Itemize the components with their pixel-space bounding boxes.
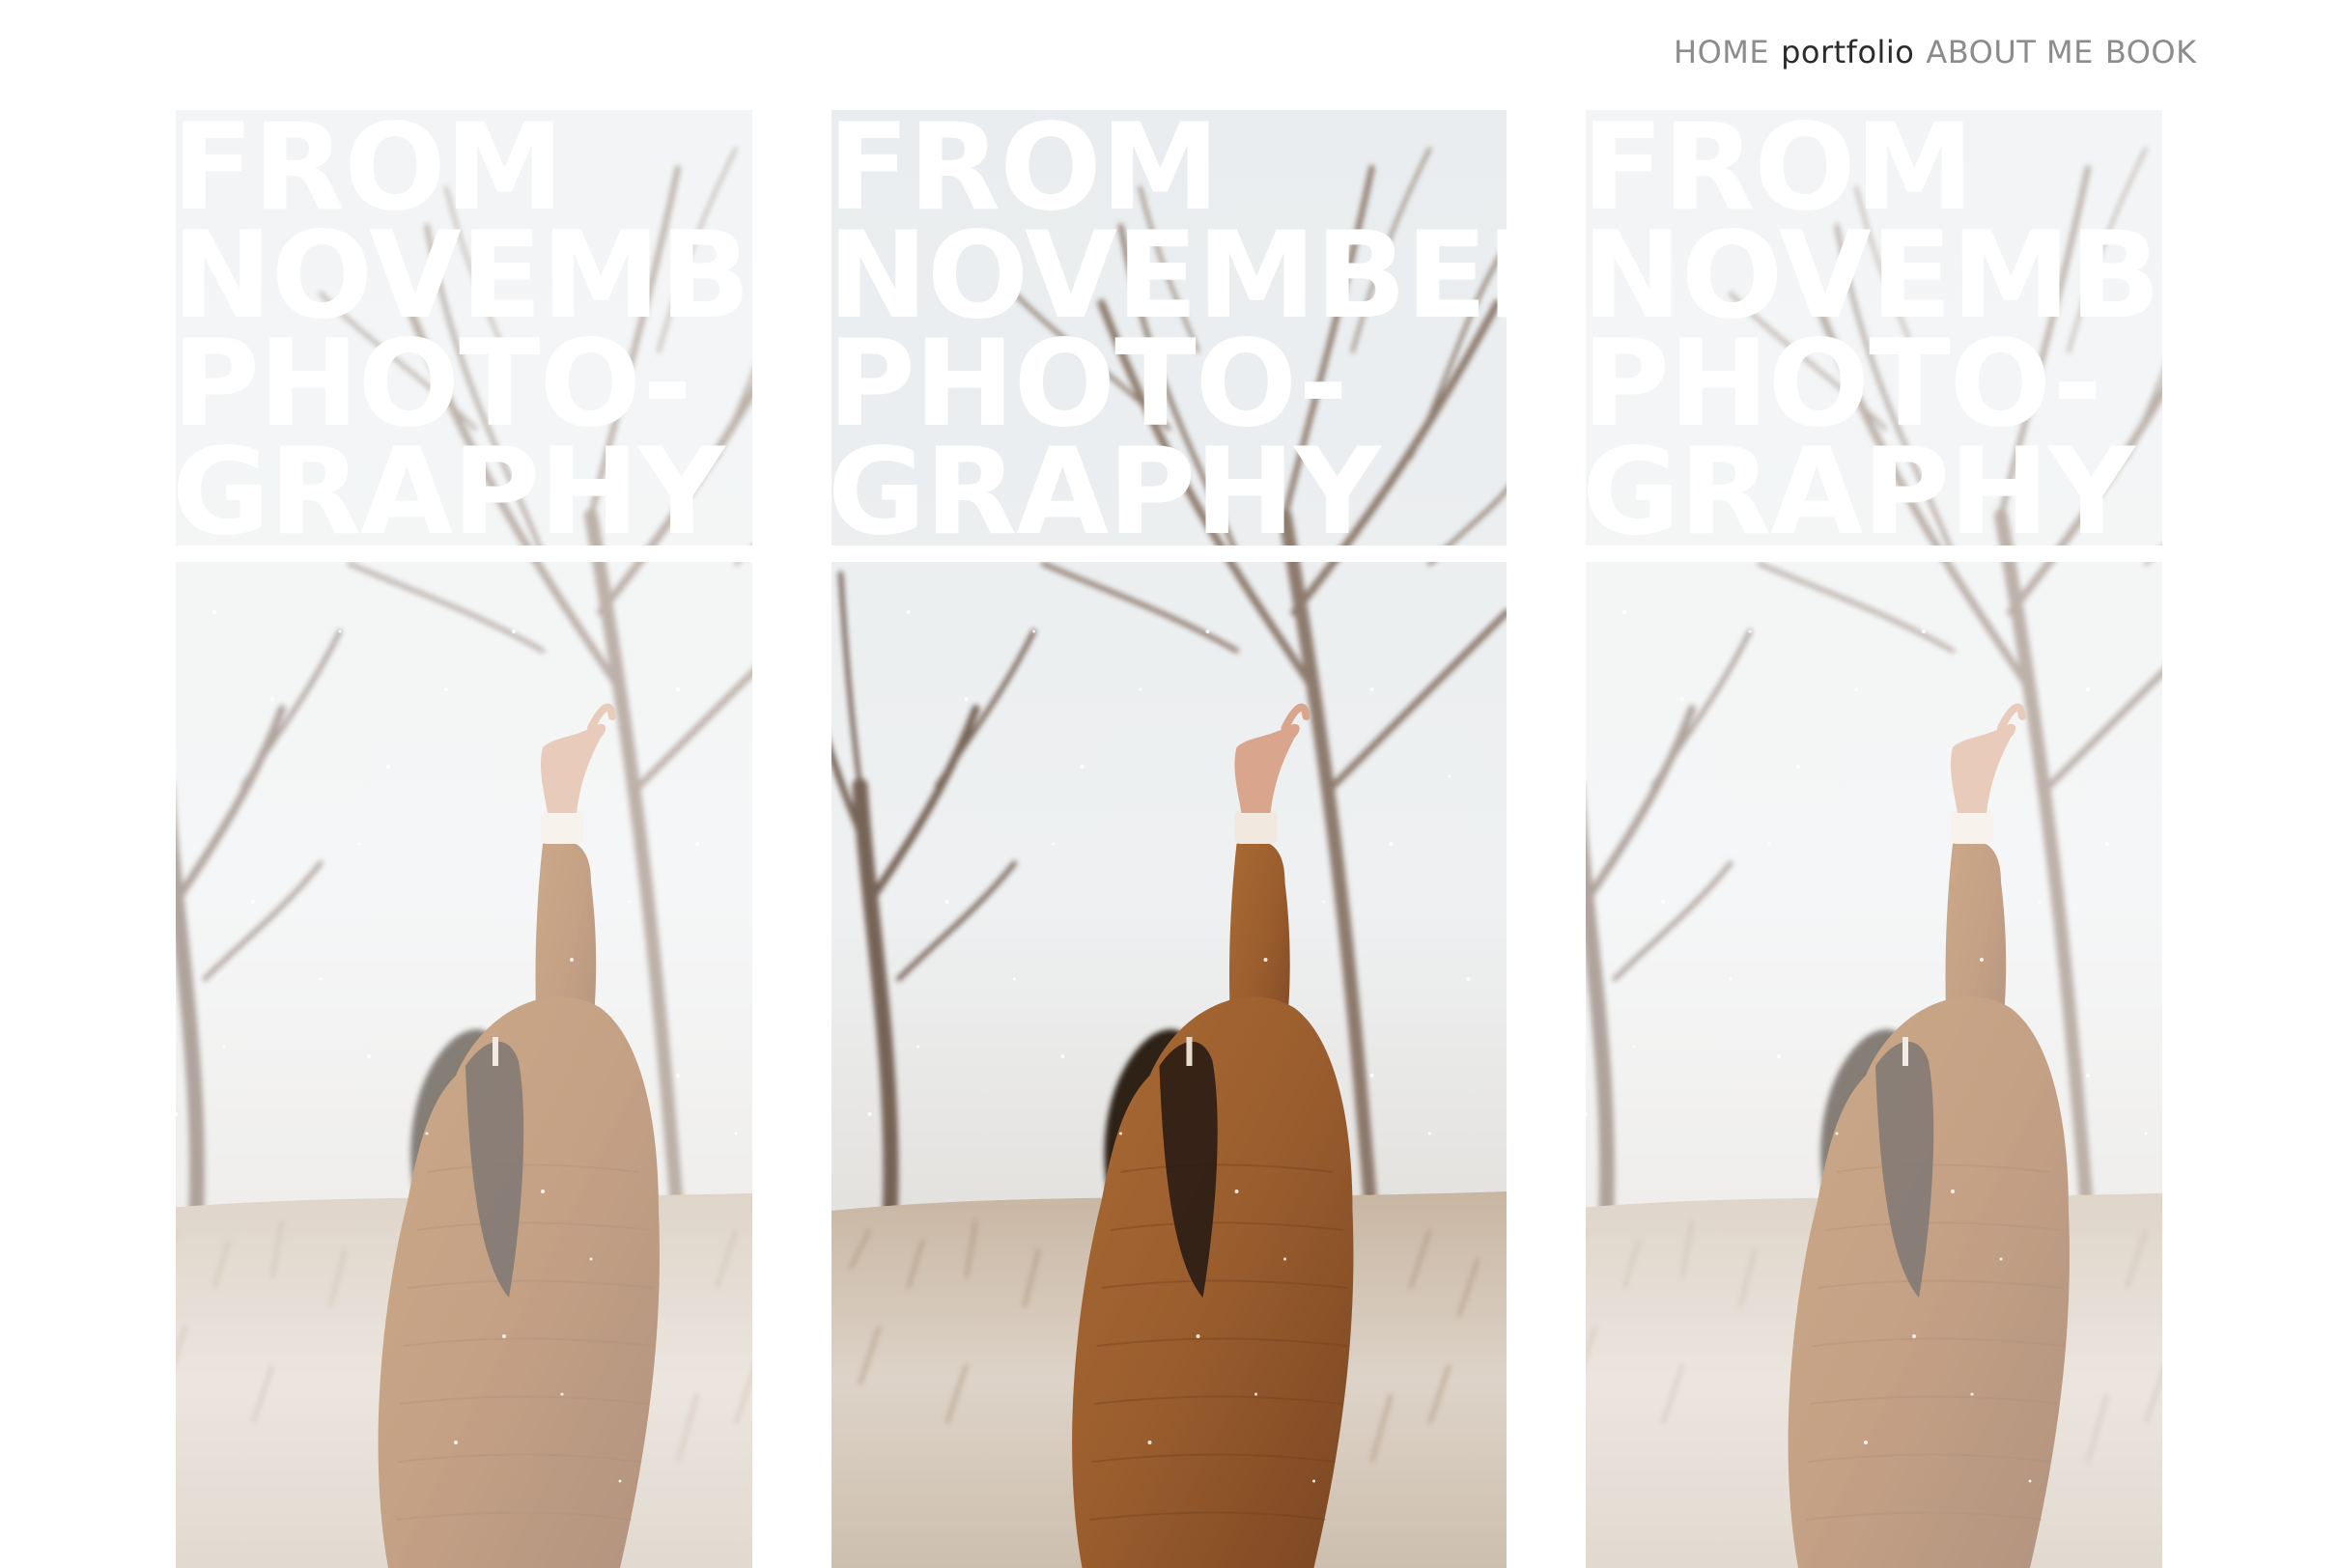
panel-title: FROM NOVEMBER PHOTO- GRAPHY <box>176 110 752 562</box>
panel-title: FROM NOVEMBER PHOTO- GRAPHY <box>831 110 1507 562</box>
nav-link-about-me[interactable]: ABOUT ME <box>1926 33 2093 71</box>
title-line: GRAPHY <box>831 423 1381 562</box>
portfolio-panel-right[interactable]: FROM NOVEMBER PHOTO- GRAPHY <box>1586 110 2162 1568</box>
nav-link-portfolio[interactable]: portfolio <box>1781 33 1914 71</box>
nav-link-book[interactable]: BOOK <box>2105 33 2197 71</box>
main-nav: HOME portfolio ABOUT ME BOOK <box>1674 33 2197 71</box>
portfolio-panel-center[interactable]: FROM NOVEMBER PHOTO- GRAPHY <box>831 110 1507 1568</box>
nav-link-home[interactable]: HOME <box>1674 33 1769 71</box>
panel-title: FROM NOVEMBER PHOTO- GRAPHY <box>1586 110 2162 562</box>
portfolio-panel-left[interactable]: FROM NOVEMBER PHOTO- GRAPHY <box>176 110 752 1568</box>
title-line: GRAPHY <box>176 423 725 562</box>
title-line: GRAPHY <box>1586 423 2135 562</box>
